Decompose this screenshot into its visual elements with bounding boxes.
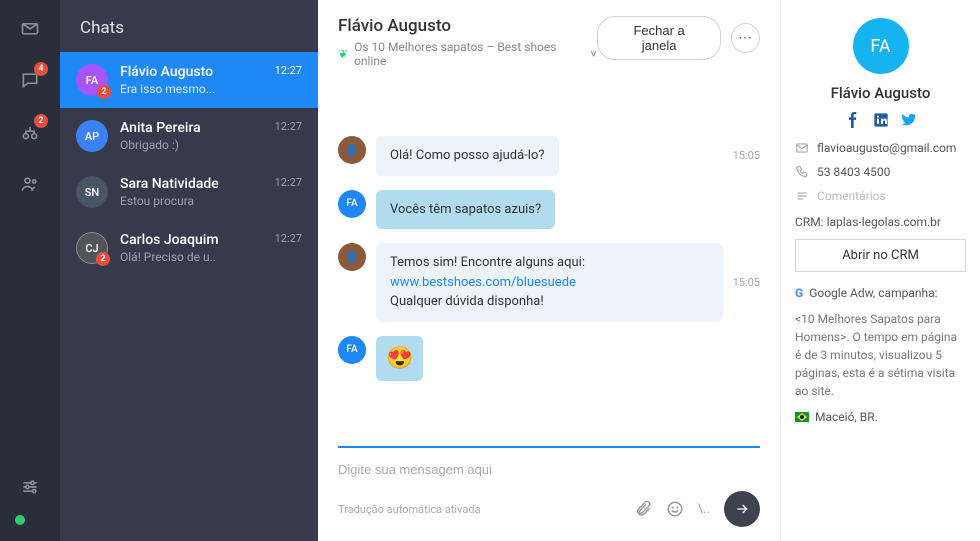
social-links bbox=[795, 112, 966, 131]
campaign-label: Google Adw, campanha: bbox=[809, 286, 937, 300]
chat-item-time: 12:27 bbox=[275, 232, 302, 245]
shortcut-icon[interactable]: \.. bbox=[698, 502, 710, 517]
attachment-icon[interactable] bbox=[634, 500, 652, 518]
nav-rail: 4 2 bbox=[0, 0, 60, 541]
chat-avatar: AP bbox=[76, 120, 108, 152]
chat-list-header: Chats bbox=[60, 0, 318, 52]
phone-icon bbox=[795, 165, 809, 179]
message-row: 👤 Olá! Como posso ajudá-lo? 15:05 bbox=[338, 136, 760, 176]
message-composer: Tradução automática ativada \.. bbox=[318, 436, 780, 541]
contact-email-row: flavioaugusto@gmail.com bbox=[795, 141, 966, 155]
chat-list-panel: Chats FA2 Flávio Augusto Era isso mesmo.… bbox=[60, 0, 318, 541]
open-crm-button[interactable]: Abrir no CRM bbox=[795, 239, 966, 272]
chat-item-time: 12:27 bbox=[275, 120, 302, 133]
chat-icon[interactable]: 4 bbox=[18, 68, 42, 92]
contact-phone-row: 53 8403 4500 bbox=[795, 165, 966, 179]
message-row: FA Vocês têm sapatos azuis? bbox=[338, 190, 760, 230]
message-time: 15:05 bbox=[733, 276, 760, 289]
more-options-button[interactable]: ⋯ bbox=[731, 23, 760, 53]
location-text: Maceió, BR. bbox=[815, 410, 878, 424]
comments-row[interactable]: Comentários bbox=[795, 189, 966, 203]
message-avatar: FA bbox=[338, 190, 366, 218]
status-indicator[interactable] bbox=[15, 515, 25, 525]
chat-item-preview: Estou procura bbox=[120, 194, 263, 208]
chat-badge: 4 bbox=[34, 62, 48, 76]
contact-info-panel: FA Flávio Augusto flavioaugusto@gmail.co… bbox=[780, 0, 980, 541]
brazil-flag-icon bbox=[795, 412, 809, 422]
chat-item-name: Sara Natividade bbox=[120, 176, 263, 192]
chat-item-time: 12:27 bbox=[275, 176, 302, 189]
close-window-button[interactable]: Fechar a janela bbox=[597, 16, 721, 60]
chat-list-item[interactable]: AP Anita Pereira Obrigado :) 12:27 bbox=[60, 108, 318, 164]
chat-item-preview: Olá! Preciso de u.. bbox=[120, 250, 263, 264]
message-time: 15:05 bbox=[733, 149, 760, 162]
chevron-down-icon: ˅ bbox=[590, 47, 597, 61]
message-avatar: 👤 bbox=[338, 136, 366, 164]
conversation-title: Flávio Augusto bbox=[338, 16, 597, 36]
settings-icon[interactable] bbox=[18, 475, 42, 499]
send-button[interactable] bbox=[724, 491, 760, 527]
facebook-icon[interactable] bbox=[845, 112, 861, 131]
crm-label: CRM: laplas-legolas.com.br bbox=[795, 215, 966, 229]
leaf-icon: ❦ bbox=[338, 47, 348, 61]
contact-name: Flávio Augusto bbox=[795, 84, 966, 102]
message-row: FA 😍 bbox=[338, 336, 760, 381]
chat-list-item[interactable]: CJ2 Carlos Joaquim Olá! Preciso de u.. 1… bbox=[60, 220, 318, 276]
chat-list-item[interactable]: FA2 Flávio Augusto Era isso mesmo... 12:… bbox=[60, 52, 318, 108]
chat-avatar: FA2 bbox=[76, 64, 108, 96]
translation-hint: Tradução automática ativada bbox=[338, 503, 481, 516]
google-icon: G bbox=[795, 286, 803, 300]
campaign-row: G Google Adw, campanha: bbox=[795, 286, 966, 300]
unread-badge: 2 bbox=[96, 252, 110, 266]
message-avatar: FA bbox=[338, 336, 366, 364]
agents-icon[interactable] bbox=[18, 172, 42, 196]
contact-avatar: FA bbox=[853, 18, 909, 74]
message-avatar: 👤 bbox=[338, 243, 366, 271]
conversation-subtitle[interactable]: ❦ Os 10 Melhores sapatos – Best shoes on… bbox=[338, 40, 597, 68]
location-row: Maceió, BR. bbox=[795, 410, 966, 424]
message-row: 👤 Temos sim! Encontre alguns aqui: www.be… bbox=[338, 243, 760, 322]
contact-phone[interactable]: 53 8403 4500 bbox=[817, 165, 890, 179]
comments-icon bbox=[795, 189, 809, 203]
emoji-icon[interactable] bbox=[666, 500, 684, 518]
message-bubble: 😍 bbox=[376, 336, 423, 381]
message-bubble: Olá! Como posso ajudá-lo? bbox=[376, 136, 559, 176]
chat-avatar: SN bbox=[76, 176, 108, 208]
chat-item-preview: Era isso mesmo... bbox=[120, 82, 263, 96]
message-bubble: Vocês têm sapatos azuis? bbox=[376, 190, 555, 230]
message-input[interactable] bbox=[338, 456, 760, 483]
visitors-icon[interactable]: 2 bbox=[18, 120, 42, 144]
message-bubble: Temos sim! Encontre alguns aqui: www.bes… bbox=[376, 243, 723, 322]
conversation-panel: Flávio Augusto ❦ Os 10 Melhores sapatos … bbox=[318, 0, 780, 541]
inbox-icon[interactable] bbox=[18, 16, 42, 40]
conversation-header: Flávio Augusto ❦ Os 10 Melhores sapatos … bbox=[318, 0, 780, 76]
message-list: 👤 Olá! Como posso ajudá-lo? 15:05 FA Vocês t… bbox=[318, 76, 780, 436]
twitter-icon[interactable] bbox=[901, 112, 917, 131]
campaign-description: <10 Melhores Sapatos para Homens>. O tem… bbox=[795, 310, 966, 400]
chat-item-preview: Obrigado :) bbox=[120, 138, 263, 152]
composer-divider bbox=[338, 446, 760, 448]
comments-placeholder: Comentários bbox=[817, 189, 886, 203]
email-icon bbox=[795, 141, 809, 155]
chat-item-name: Flávio Augusto bbox=[120, 64, 263, 80]
chat-item-time: 12:27 bbox=[275, 64, 302, 77]
contact-email[interactable]: flavioaugusto@gmail.com bbox=[817, 141, 956, 155]
visitors-badge: 2 bbox=[34, 114, 48, 128]
linkedin-icon[interactable] bbox=[873, 112, 889, 131]
chat-item-name: Anita Pereira bbox=[120, 120, 263, 136]
message-link[interactable]: www.bestshoes.com/bluesuede bbox=[390, 275, 576, 290]
chat-avatar: CJ2 bbox=[76, 232, 108, 264]
unread-badge: 2 bbox=[97, 85, 111, 99]
chat-list-item[interactable]: SN Sara Natividade Estou procura 12:27 bbox=[60, 164, 318, 220]
chat-item-name: Carlos Joaquim bbox=[120, 232, 263, 248]
